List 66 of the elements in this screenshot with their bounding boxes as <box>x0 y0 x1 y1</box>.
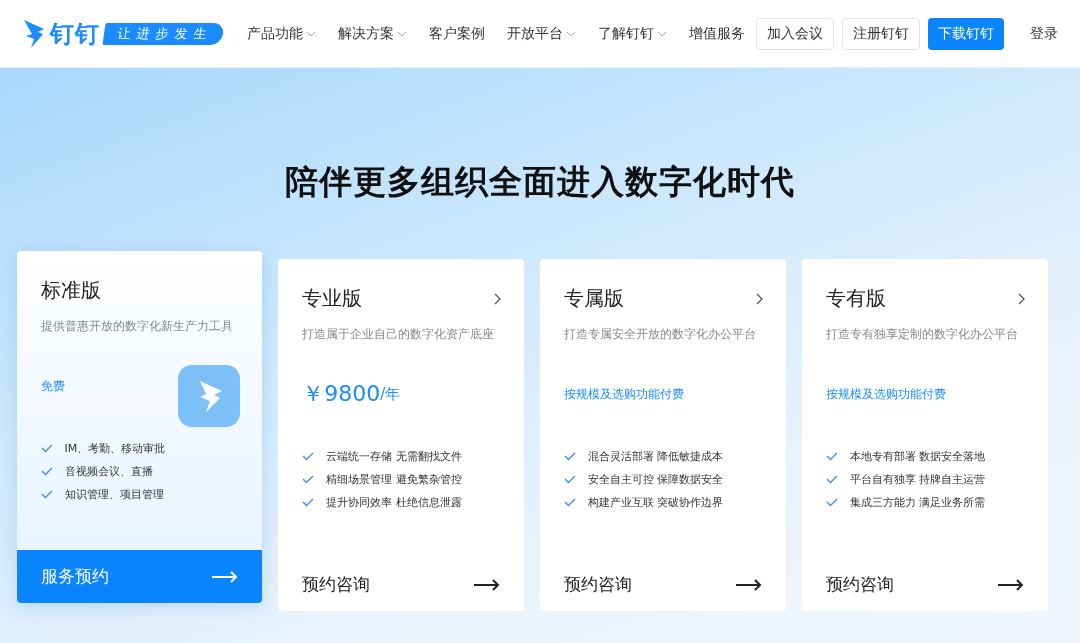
nav-link[interactable]: 了解钉钉 <box>598 24 667 43</box>
price-unit: /年 <box>380 384 401 404</box>
feature-text: 混合灵活部署 降低敏捷成本 <box>588 449 724 464</box>
header-button[interactable]: 下载钉钉 <box>928 17 1004 50</box>
header-button[interactable]: 注册钉钉 <box>842 17 920 50</box>
plan-name: 专业版 <box>302 285 363 312</box>
plan-price: 免费 <box>40 377 65 395</box>
feature-text: 构建产业互联 突破协作边界 <box>588 495 724 510</box>
hero-headline: 陪伴更多组织全面进入数字化时代 <box>285 161 795 203</box>
login-link[interactable]: 登录 <box>1020 17 1068 50</box>
feature-text: 提升协同效率 杜绝信息泄露 <box>326 495 462 510</box>
check-icon <box>825 475 838 484</box>
header-button[interactable]: 加入会议 <box>756 17 834 50</box>
arrow-right-icon <box>997 578 1024 591</box>
plan-name: 专属版 <box>564 285 624 312</box>
check-icon <box>825 498 838 507</box>
brand-name: 钉钉 <box>50 18 100 50</box>
arrow-right-icon <box>735 578 762 591</box>
caret-icon <box>657 30 667 37</box>
feature-text: 本地专有部署 数据安全落地 <box>849 449 986 464</box>
check-icon <box>825 452 838 461</box>
feature-text: 音视频会议、直播 <box>64 464 153 479</box>
check-icon <box>40 467 53 476</box>
wing-logo-icon <box>22 18 46 49</box>
arrow-right-icon <box>212 570 239 583</box>
nav-link[interactable]: 客户案例 <box>429 24 485 43</box>
nav-link[interactable]: 产品功能 <box>247 24 316 43</box>
feature-text: 知识管理、项目管理 <box>64 487 164 502</box>
check-icon <box>40 444 53 453</box>
feature-text: 云端统一存储 无需翻找文件 <box>326 449 462 464</box>
check-icon <box>564 498 576 507</box>
plan-cta-button[interactable]: 预约咨询 <box>278 558 524 611</box>
plan-description: 提供普惠开放的数字化新生产力工具 <box>40 318 234 335</box>
caret-icon <box>306 30 316 37</box>
chevron-right-icon[interactable] <box>755 292 764 305</box>
caret-icon <box>397 30 407 37</box>
caret-icon <box>566 30 576 37</box>
feature-text: 精细场景管理 避免繁杂管控 <box>326 472 462 487</box>
plan-price: 按规模及选购功能付费 <box>825 385 946 403</box>
chevron-right-icon[interactable] <box>494 292 502 305</box>
feature-text: 集成三方能力 满足业务所需 <box>849 495 986 510</box>
plan-cta-button[interactable]: 预约咨询 <box>801 558 1048 611</box>
arrow-right-icon <box>474 578 500 591</box>
check-icon <box>302 452 315 461</box>
plan-cta-button[interactable]: 预约咨询 <box>540 558 786 611</box>
nav-link[interactable]: 解决方案 <box>338 24 407 43</box>
brand-slogan: 让进步发生 <box>102 22 225 45</box>
check-icon <box>302 498 315 507</box>
feature-text: 安全自主可控 保障数据安全 <box>588 472 724 487</box>
chevron-right-icon[interactable] <box>1017 292 1026 305</box>
plan-description: 打造专属安全开放的数字化办公平台 <box>564 326 757 343</box>
plan-description: 打造专有独享定制的数字化办公平台 <box>825 326 1019 343</box>
plan-price: ￥9800 <box>302 380 381 408</box>
feature-text: 平台自有独享 持牌自主运营 <box>849 472 986 487</box>
plan-description: 打造属于企业自己的数字化资产底座 <box>302 326 496 343</box>
nav-link[interactable]: 增值服务 <box>689 24 745 43</box>
plan-name: 专有版 <box>825 285 886 312</box>
nav-link[interactable]: 开放平台 <box>507 24 576 43</box>
plan-cta-button[interactable]: 服务预约 <box>16 550 263 603</box>
check-icon <box>40 490 53 499</box>
plan-price: 按规模及选购功能付费 <box>564 385 684 403</box>
check-icon <box>564 452 576 461</box>
check-icon <box>564 475 576 484</box>
feature-text: IM、考勤、移动审批 <box>64 441 166 456</box>
check-icon <box>302 475 315 484</box>
plan-name: 标准版 <box>40 277 101 304</box>
